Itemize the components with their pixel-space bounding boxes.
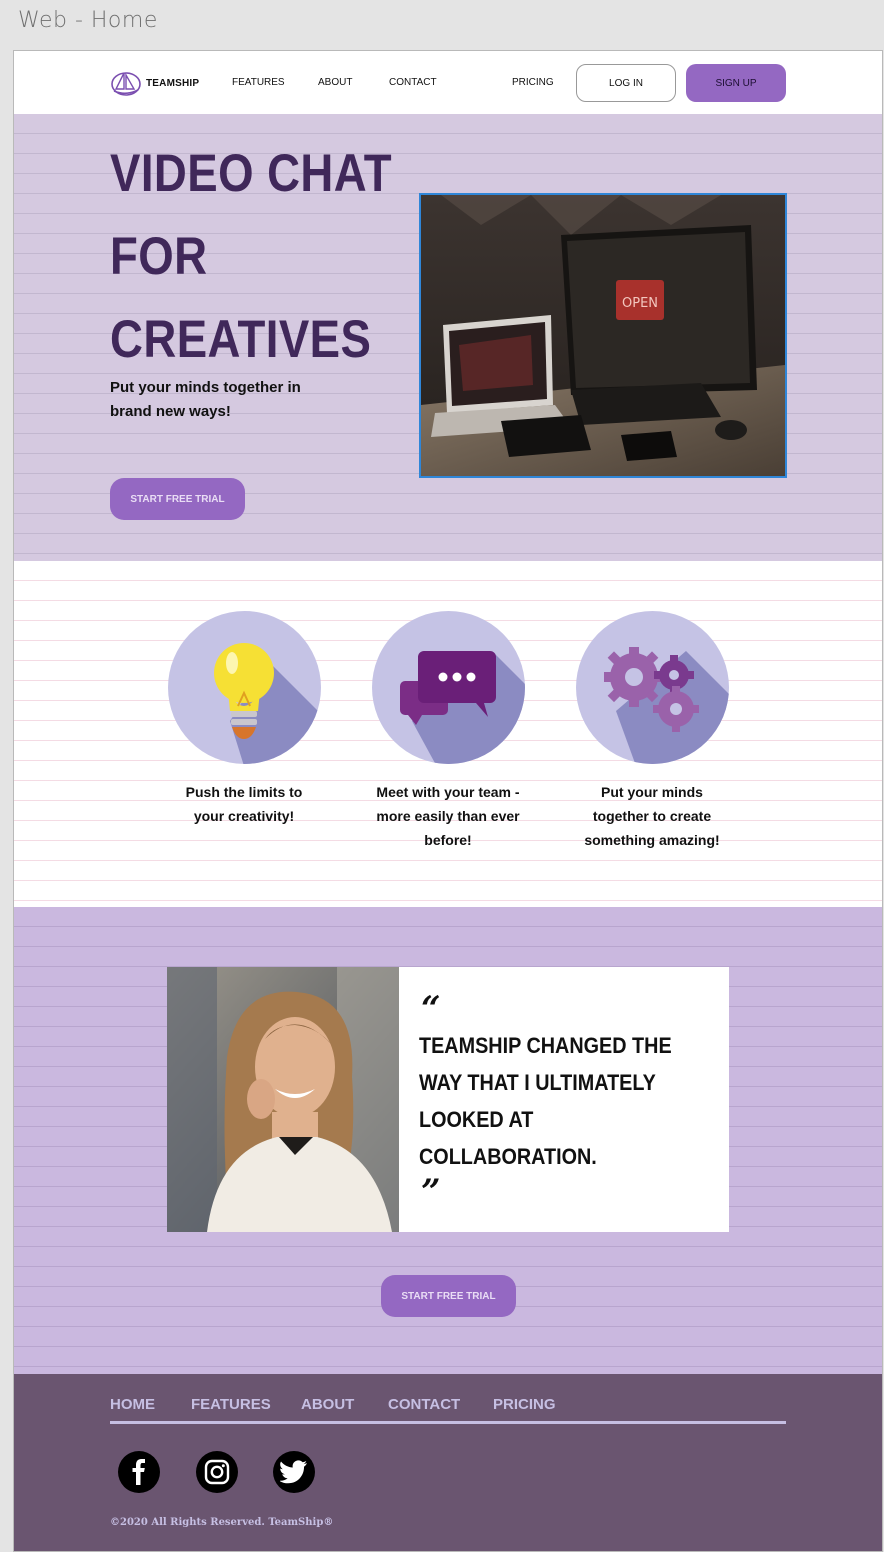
nav-link-contact[interactable]: CONTACT — [389, 77, 437, 88]
feature-icon-circle — [371, 611, 525, 764]
footer-link-about[interactable]: ABOUT — [301, 1396, 354, 1413]
hero-title-line: FOR — [110, 227, 208, 286]
chat-bubbles-icon — [399, 651, 525, 764]
hero-title-line: VIDEO CHAT — [110, 144, 393, 203]
footer-divider — [110, 1421, 786, 1424]
feature-card-meetings: Meet with your team - more easily than e… — [358, 611, 538, 852]
footer-link-features[interactable]: FEATURES — [191, 1396, 271, 1413]
nav-link-pricing[interactable]: PRICING — [512, 77, 554, 88]
sailboat-logo-icon — [111, 72, 141, 96]
testimonial-quote-card: “ TEAMSHIP CHANGED THE WAY THAT I ULTIMA… — [399, 967, 729, 1232]
hero-start-trial-button[interactable]: START FREE TRIAL — [110, 478, 245, 520]
feature-card-collaboration: Put your minds together to create someth… — [562, 611, 742, 852]
signup-button[interactable]: SIGN UP — [686, 64, 786, 102]
feature-icon-circle — [575, 611, 729, 764]
feature-icon-circle — [167, 611, 321, 764]
hero-title-line: CREATIVES — [110, 310, 372, 369]
lightbulb-icon — [213, 643, 321, 764]
artboard-title: Web - Home — [18, 8, 158, 33]
footer-link-pricing[interactable]: PRICING — [493, 1396, 556, 1413]
top-navigation: TEAMSHIP FEATURES ABOUT CONTACT PRICING … — [14, 51, 882, 114]
svg-text:OPEN: OPEN — [622, 296, 658, 311]
login-button[interactable]: LOG IN — [576, 64, 676, 102]
feature-card-creativity: Push the limits to your creativity! — [154, 611, 334, 828]
open-quote-mark: “ — [421, 989, 441, 1029]
footer-link-home[interactable]: HOME — [110, 1396, 155, 1413]
brand-logo[interactable]: TEAMSHIP — [110, 69, 199, 97]
testimonial-quote-text: TEAMSHIP CHANGED THE WAY THAT I ULTIMATE… — [419, 1033, 672, 1169]
copyright-text: ©2020 All Rights Reserved. TeamShip® — [110, 1517, 334, 1528]
nav-link-about[interactable]: ABOUT — [318, 77, 352, 88]
testimonial-section: “ TEAMSHIP CHANGED THE WAY THAT I ULTIMA… — [14, 907, 882, 1374]
hero-title: VIDEO CHAT FOR CREATIVES — [110, 132, 420, 381]
feature-text: Push the limits to your creativity! — [185, 784, 303, 824]
close-quote-mark: ” — [421, 1172, 441, 1212]
twitter-icon[interactable] — [273, 1451, 315, 1493]
hero-subtitle: Put your minds together in brand new way… — [110, 379, 301, 420]
feature-text: Put your minds together to create someth… — [584, 784, 720, 848]
feature-text: Meet with your team - more easily than e… — [376, 784, 520, 848]
artboard-web-home: TEAMSHIP FEATURES ABOUT CONTACT PRICING … — [13, 50, 883, 1552]
footer-link-contact[interactable]: CONTACT — [388, 1396, 460, 1413]
features-section: Push the limits to your creativity! Meet… — [14, 561, 882, 907]
facebook-icon[interactable] — [118, 1451, 160, 1493]
testimonial-start-trial-button[interactable]: START FREE TRIAL — [381, 1275, 516, 1317]
instagram-icon[interactable] — [196, 1451, 238, 1493]
testimonial-woman-photo — [167, 967, 399, 1232]
hero-desk-computer-image: OPEN — [419, 193, 787, 478]
gears-icon — [603, 647, 729, 764]
footer: HOME FEATURES ABOUT CONTACT PRICING ©202… — [14, 1374, 882, 1551]
brand-name: TEAMSHIP — [146, 77, 200, 89]
nav-link-features[interactable]: FEATURES — [232, 77, 285, 88]
hero-section: VIDEO CHAT FOR CREATIVES Put your minds … — [14, 114, 882, 561]
